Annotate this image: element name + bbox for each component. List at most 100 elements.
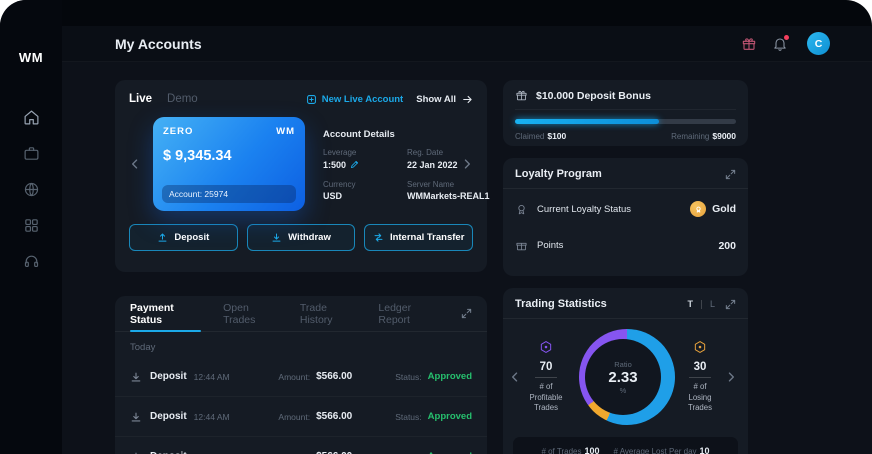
trading-donut: Ratio 2.33 %	[575, 329, 675, 425]
loyalty-points-row: Points 200	[503, 227, 748, 262]
account-card[interactable]: ZERO WM $ 9,345.34 Account: 25974	[153, 117, 305, 211]
trading-donut-area: 70 # of Profitable Trades Ratio 2.33 % 3…	[503, 319, 748, 431]
promotions-button[interactable]	[741, 36, 757, 52]
accounts-header: Live Demo New Live Account Show All	[129, 93, 473, 105]
payment-row[interactable]: Deposit 12:44 AM Amount: $566.00 Status:…	[115, 437, 487, 454]
show-all-link[interactable]: Show All	[416, 94, 473, 105]
avatar[interactable]: C	[807, 32, 830, 55]
tab-ledger-report[interactable]: Ledger Report	[378, 296, 439, 331]
payments-panel: Payment Status Open Trades Trade History…	[115, 296, 487, 454]
tab-trade-history[interactable]: Trade History	[300, 296, 357, 331]
header-actions: C	[741, 32, 830, 55]
toggle-trades[interactable]: T	[687, 299, 693, 309]
card-balance: $ 9,345.34	[163, 148, 232, 164]
hexagon-purple-icon	[539, 340, 553, 354]
account-details: Account Details Leverage 1:500 Reg. Date…	[317, 127, 490, 202]
detail-leverage: Leverage 1:500	[323, 148, 401, 170]
deposit-icon	[158, 233, 167, 242]
account-carousel: ZERO WM $ 9,345.34 Account: 25974 Accoun…	[129, 117, 490, 211]
loyalty-panel: Loyalty Program Current Loyalty Status G…	[503, 158, 748, 276]
sidebar-item-support[interactable]	[23, 253, 40, 270]
notifications-button[interactable]	[772, 34, 789, 52]
trading-footer-stats: # of Trades 100 # Average Lost Per day 10	[513, 437, 738, 454]
deposit-progress-bar[interactable]	[515, 119, 736, 124]
sidebar-item-accounts[interactable]	[23, 145, 40, 162]
deposit-progress-fill	[515, 119, 659, 124]
headset-icon	[24, 255, 38, 268]
medal-icon	[515, 203, 528, 216]
remaining-label: Remaining $9000	[671, 131, 736, 141]
account-buttons: Deposit Withdraw Internal Transfer	[129, 224, 474, 251]
internal-transfer-button[interactable]: Internal Transfer	[364, 224, 474, 251]
toggle-lots[interactable]: L	[710, 299, 715, 309]
card-wm-logo: WM	[276, 126, 295, 137]
tab-demo[interactable]: Demo	[167, 93, 198, 105]
sidebar-item-markets[interactable]	[23, 181, 40, 198]
payment-row[interactable]: Deposit 12:44 AM Amount: $566.00 Status:…	[115, 357, 487, 397]
sidebar-item-apps[interactable]	[23, 217, 40, 234]
edit-leverage-icon[interactable]	[350, 160, 359, 169]
payments-group-label: Today	[130, 342, 156, 353]
app-window: WM My Accounts C Live Demo New Live Acco…	[0, 0, 872, 454]
deposit-bonus-title: $10.000 Deposit Bonus	[536, 89, 651, 102]
tab-payment-status[interactable]: Payment Status	[130, 296, 202, 332]
card-brand: ZERO	[163, 126, 194, 137]
loyalty-status-value: Gold	[712, 203, 736, 215]
expand-loyalty-icon[interactable]	[725, 169, 736, 180]
home-icon	[24, 110, 38, 125]
trading-title: Trading Statistics	[515, 298, 607, 310]
stats-prev-button[interactable]	[509, 371, 521, 383]
profitable-trades-stat: 70 # of Profitable Trades	[521, 340, 571, 415]
deposit-row-icon	[130, 411, 142, 423]
carousel-prev-button[interactable]	[129, 158, 141, 170]
new-live-account-link[interactable]: New Live Account	[306, 94, 403, 105]
hexagon-gold-icon	[693, 340, 707, 354]
page-title: My Accounts	[115, 35, 202, 52]
notification-badge	[784, 34, 789, 40]
expand-trading-icon[interactable]	[725, 299, 736, 310]
accounts-actions: New Live Account Show All	[306, 94, 473, 105]
loyalty-status-row: Current Loyalty Status Gold	[503, 189, 748, 227]
trading-statistics-panel: Trading Statistics T L 70 # of Profitabl…	[503, 288, 748, 454]
points-gift-icon	[515, 239, 528, 252]
header: My Accounts C	[62, 26, 872, 62]
main-content: Live Demo New Live Account Show All ZERO…	[62, 62, 872, 454]
chevron-right-icon	[464, 159, 470, 169]
new-live-account-label: New Live Account	[321, 93, 404, 105]
accounts-panel: Live Demo New Live Account Show All ZERO…	[115, 80, 490, 272]
sidebar-nav	[23, 109, 40, 270]
card-account-number: Account: 25974	[162, 185, 296, 203]
carousel-next-button[interactable]	[461, 158, 473, 170]
globe-icon	[24, 182, 38, 197]
show-all-label: Show All	[416, 93, 456, 105]
detail-reg-date: Reg. Date 22 Jan 2022	[407, 148, 458, 170]
withdraw-button[interactable]: Withdraw	[246, 224, 356, 251]
new-account-icon	[306, 94, 316, 104]
stats-next-button[interactable]	[725, 371, 737, 383]
deposit-row-icon	[130, 451, 142, 454]
loyalty-points-value: 200	[718, 239, 736, 252]
loyalty-title: Loyalty Program	[515, 168, 602, 180]
deposit-row-icon	[130, 371, 142, 383]
divider	[535, 376, 557, 378]
payment-row[interactable]: Deposit 12:44 AM Amount: $566.00 Status:…	[115, 397, 487, 437]
expand-payments-icon[interactable]	[461, 308, 472, 319]
transfer-icon	[374, 233, 383, 242]
gift-icon	[516, 90, 527, 101]
status-badge: Approved	[427, 411, 472, 422]
detail-currency: Currency USD	[323, 179, 356, 202]
gift-icon	[742, 37, 756, 50]
account-card-top: ZERO WM	[163, 126, 295, 137]
sidebar-item-home[interactable]	[23, 109, 40, 126]
divider	[689, 376, 711, 378]
avatar-initial: C	[814, 37, 823, 50]
tab-open-trades[interactable]: Open Trades	[223, 296, 278, 331]
tab-live[interactable]: Live	[129, 93, 152, 105]
claimed-label: Claimed $100	[515, 131, 567, 141]
deposit-button[interactable]: Deposit	[129, 224, 238, 251]
sidebar: WM	[0, 0, 62, 454]
divider	[700, 299, 702, 309]
gold-badge-icon	[690, 201, 707, 217]
losing-trades-stat: 30 # of Losing Trades	[675, 340, 725, 415]
detail-server: Server Name WMMarkets-REAL1	[407, 179, 490, 202]
